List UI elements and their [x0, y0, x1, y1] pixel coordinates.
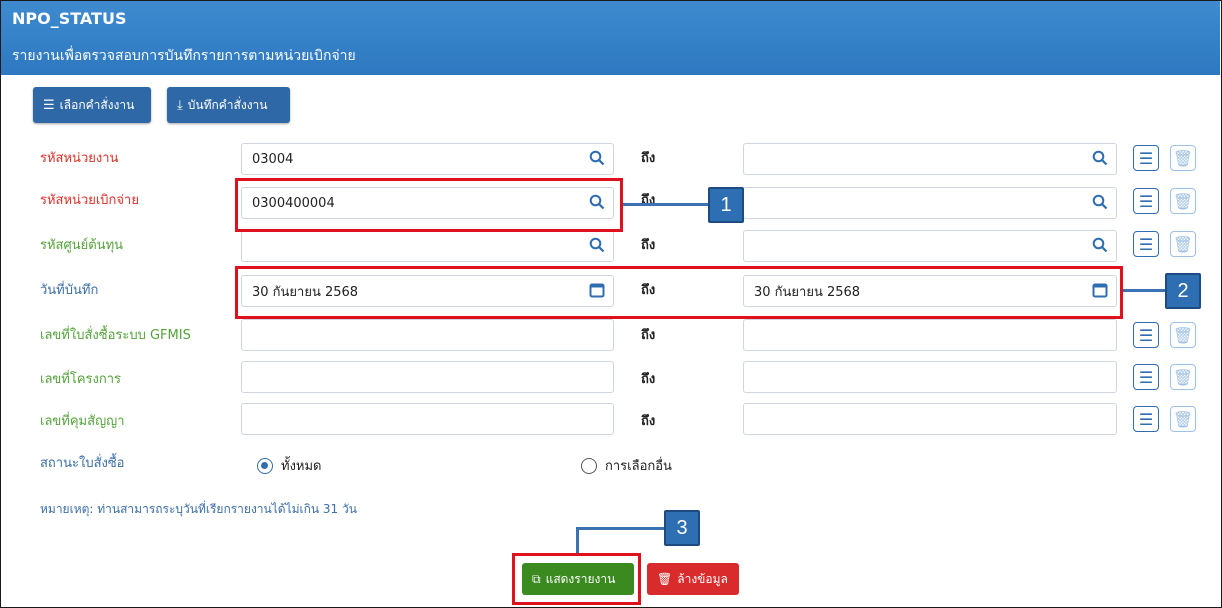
trash-icon: 🗑: [1172, 148, 1194, 168]
disbursement-unit-to-input[interactable]: [743, 187, 1117, 219]
project-number-to-input[interactable]: [743, 361, 1117, 393]
label-cost-center-code: รหัสศูนย์ต้นทุน: [40, 238, 124, 253]
page-subtitle: รายงานเพื่อตรวจสอบการบันทึกรายการตามหน่ว…: [12, 48, 356, 64]
to-label: ถึง: [641, 193, 656, 208]
trash-icon: 🗑: [1172, 367, 1194, 387]
radio-unselected-icon: [581, 457, 597, 474]
label-record-date: วันที่บันทึก: [40, 283, 99, 298]
radio-selected-icon: [257, 457, 273, 474]
to-label: ถึง: [641, 238, 656, 253]
status-other-label: การเลือกอื่น: [605, 459, 672, 474]
select-order-label: เลือกคำสั่งงาน: [59, 97, 135, 112]
search-icon[interactable]: [1092, 150, 1108, 166]
page-header: NPO_STATUS รายงานเพื่อตรวจสอบการบันทึกรา…: [1, 1, 1220, 75]
multi-select-button[interactable]: ☰: [1133, 322, 1159, 348]
label-po-status: สถานะใบสั่งซื้อ: [40, 456, 125, 471]
to-label: ถึง: [641, 151, 656, 166]
multi-select-button[interactable]: ☰: [1133, 364, 1159, 390]
search-icon[interactable]: [589, 150, 605, 166]
page-title: NPO_STATUS: [12, 9, 127, 28]
trash-icon: 🗑: [657, 572, 673, 586]
project-number-from-input[interactable]: [241, 361, 614, 393]
contract-number-to-input[interactable]: [743, 403, 1117, 435]
agency-code-from-input[interactable]: 03004: [241, 143, 614, 175]
trash-icon: 🗑: [1172, 234, 1194, 254]
label-gfmis-po-number: เลขที่ใบสั่งซื้อระบบ GFMIS: [40, 328, 191, 343]
status-other-radio[interactable]: การเลือกอื่น: [581, 455, 672, 476]
cost-center-to-input[interactable]: [743, 230, 1117, 262]
clear-row-button[interactable]: 🗑: [1170, 406, 1196, 432]
save-order-label: บันทึกคำสั่งงาน: [187, 97, 268, 112]
status-all-radio[interactable]: ทั้งหมด: [257, 455, 322, 476]
agency-code-to-input[interactable]: [743, 143, 1117, 175]
gfmis-po-to-input[interactable]: [743, 319, 1117, 351]
callout-badge-3: 3: [664, 510, 700, 546]
to-label: ถึง: [641, 328, 656, 343]
highlight-box-2: [235, 266, 1123, 319]
multi-select-button[interactable]: ☰: [1133, 406, 1159, 432]
multi-select-button[interactable]: ☰: [1133, 188, 1159, 214]
callout-line-1: [623, 203, 708, 206]
clear-row-button[interactable]: 🗑: [1170, 322, 1196, 348]
list-icon: ☰: [1138, 148, 1154, 168]
search-icon[interactable]: [1092, 237, 1108, 253]
multi-select-button[interactable]: ☰: [1133, 145, 1159, 171]
label-disbursement-unit-code: รหัสหน่วยเบิกจ่าย: [40, 193, 139, 208]
trash-icon: 🗑: [1172, 325, 1194, 345]
trash-icon: 🗑: [1172, 191, 1194, 211]
callout-badge-2: 2: [1165, 273, 1201, 309]
label-project-number: เลขที่โครงการ: [40, 372, 122, 387]
status-all-label: ทั้งหมด: [281, 459, 322, 474]
gfmis-po-from-input[interactable]: [241, 319, 614, 351]
label-agency-code: รหัสหน่วยงาน: [40, 151, 119, 166]
to-label: ถึง: [641, 414, 656, 429]
clear-row-button[interactable]: 🗑: [1170, 364, 1196, 390]
clear-row-button[interactable]: 🗑: [1170, 188, 1196, 214]
list-icon: ☰: [1138, 367, 1154, 387]
list-icon: ☰: [1138, 409, 1154, 429]
clear-row-button[interactable]: 🗑: [1170, 145, 1196, 171]
date-range-note: หมายเหตุ: ท่านสามารถระบุวันที่เรียกรายงา…: [40, 502, 357, 516]
cost-center-from-input[interactable]: [241, 230, 614, 262]
multi-select-button[interactable]: ☰: [1133, 231, 1159, 257]
list-icon: ☰: [1138, 191, 1154, 211]
label-contract-number: เลขที่คุมสัญญา: [40, 414, 125, 429]
callout-badge-1: 1: [708, 187, 744, 223]
clear-data-button[interactable]: 🗑 ล้างข้อมูล: [647, 563, 739, 595]
download-icon: ⤓: [177, 97, 183, 113]
to-label: ถึง: [641, 372, 656, 387]
clear-data-label: ล้างข้อมูล: [677, 571, 728, 586]
select-order-button[interactable]: ☰ เลือกคำสั่งงาน: [33, 87, 151, 123]
trash-icon: 🗑: [1172, 409, 1194, 429]
agency-code-from-value: 03004: [252, 151, 294, 167]
list-icon: ☰: [1138, 325, 1154, 345]
save-order-button[interactable]: ⤓ บันทึกคำสั่งงาน: [167, 87, 290, 123]
clear-row-button[interactable]: 🗑: [1170, 231, 1196, 257]
list-icon: ☰: [1138, 234, 1154, 254]
list-icon: ☰: [43, 97, 55, 113]
callout-line-3-horizontal: [576, 527, 664, 530]
callout-line-3-vertical: [576, 527, 579, 553]
highlight-box-1: [235, 178, 623, 232]
contract-number-from-input[interactable]: [241, 403, 614, 435]
search-icon[interactable]: [589, 237, 605, 253]
highlight-box-3: [512, 553, 641, 605]
callout-line-2: [1123, 289, 1165, 292]
search-icon[interactable]: [1092, 194, 1108, 210]
